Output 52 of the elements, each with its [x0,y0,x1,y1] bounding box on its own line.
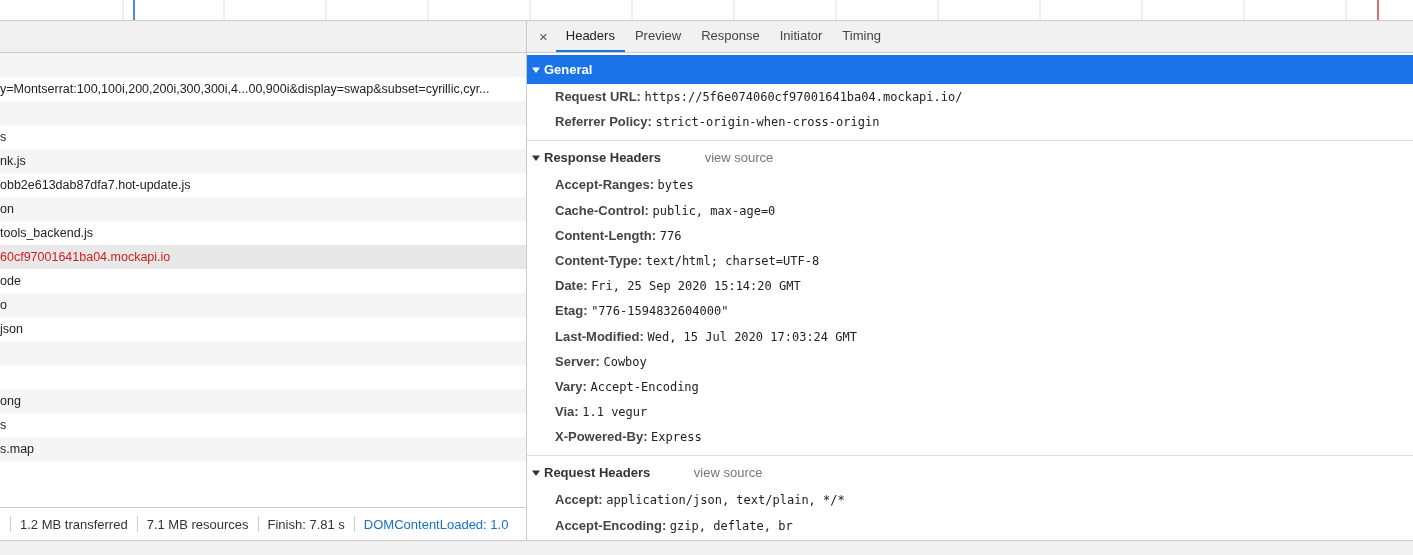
header-entry: Request URL: https://5f6e074060cf97001641ba04.mockapi.io/ [554,88,964,106]
request-row[interactable]: tools_backend.js [0,221,526,245]
status-text: 1.2 MB transferred [20,516,128,532]
header-entry: Vary: Accept-Encoding [554,377,700,396]
section-title: Request Headers [544,465,651,481]
request-row[interactable]: y=Montserrat:100,100i,200,200i,300,300i,4...00,900i&display=swap&subset=cyrillic,cyr... [0,77,526,101]
request-row[interactable]: ong [0,389,526,413]
empty-row[interactable] [0,101,526,125]
request-row[interactable]: nk.js [0,149,526,173]
header-entry: Content-Length: 776 [554,226,683,245]
request-row[interactable]: s.map [0,437,526,461]
expand-triangle-icon [532,66,540,74]
request-row[interactable]: obb2e613dab87dfa7.hot-update.js [0,173,526,197]
expand-triangle-icon [532,469,540,478]
section-header[interactable]: General [527,55,1413,84]
request-row[interactable]: ode [0,269,526,293]
status-text: 7.1 MB resources [146,516,249,532]
section-header[interactable]: Response Headers view source [527,143,1413,173]
empty-row[interactable] [0,53,526,77]
tab[interactable]: Response [691,21,770,52]
close-button[interactable]: × [531,21,556,52]
section-header[interactable]: Request Headers view source [527,458,1413,488]
header-entry: X-Powered-By: Express [554,428,703,447]
header-entry: Referrer Policy: strict-origin-when-cross-origin [554,113,881,132]
request-row[interactable]: s [0,413,526,437]
section-title: Response Headers [544,150,662,166]
header-entry: Last-Modified: Wed, 15 Jul 2020 17:03:24 GMT [554,327,858,346]
empty-row[interactable] [0,341,526,365]
view-source-link[interactable]: view source [704,150,774,166]
request-row[interactable]: 60cf97001641ba04.mockapi.io [0,245,526,269]
request-row[interactable]: on [0,197,526,221]
header-entry: Accept-Encoding: gzip, deflate, br [554,516,794,535]
header-entry: Via: 1.1 vegur [554,403,649,422]
tab[interactable]: Headers [555,21,625,52]
request-row[interactable]: o [0,293,526,317]
header-entry: Accept: application/json, text/plain, */* [554,491,846,510]
header-entry: Etag: "776-1594832604000" [554,302,730,321]
request-row[interactable]: s [0,125,526,149]
tab[interactable]: Initiator [769,21,833,52]
header-entry: Accept-Ranges: bytes [554,176,695,195]
view-source-link[interactable]: view source [693,465,763,481]
header-entry: Cache-Control: public, max-age=0 [554,201,777,220]
status-text: Finish: 7.81 s [267,516,345,532]
header-entry: Server: Cowboy [554,352,648,371]
header-entry: Date: Fri, 25 Sep 2020 15:14:20 GMT [554,277,802,296]
tab[interactable]: Preview [624,21,692,52]
dom-content-loaded-link[interactable]: DOMContentLoaded: 1.0 [363,516,509,532]
tab[interactable]: Timing [832,21,891,52]
header-entry: Content-Type: text/html; charset=UTF-8 [554,251,821,270]
request-row[interactable]: json [0,317,526,341]
section-title: General [544,62,593,77]
expand-triangle-icon [532,154,540,163]
